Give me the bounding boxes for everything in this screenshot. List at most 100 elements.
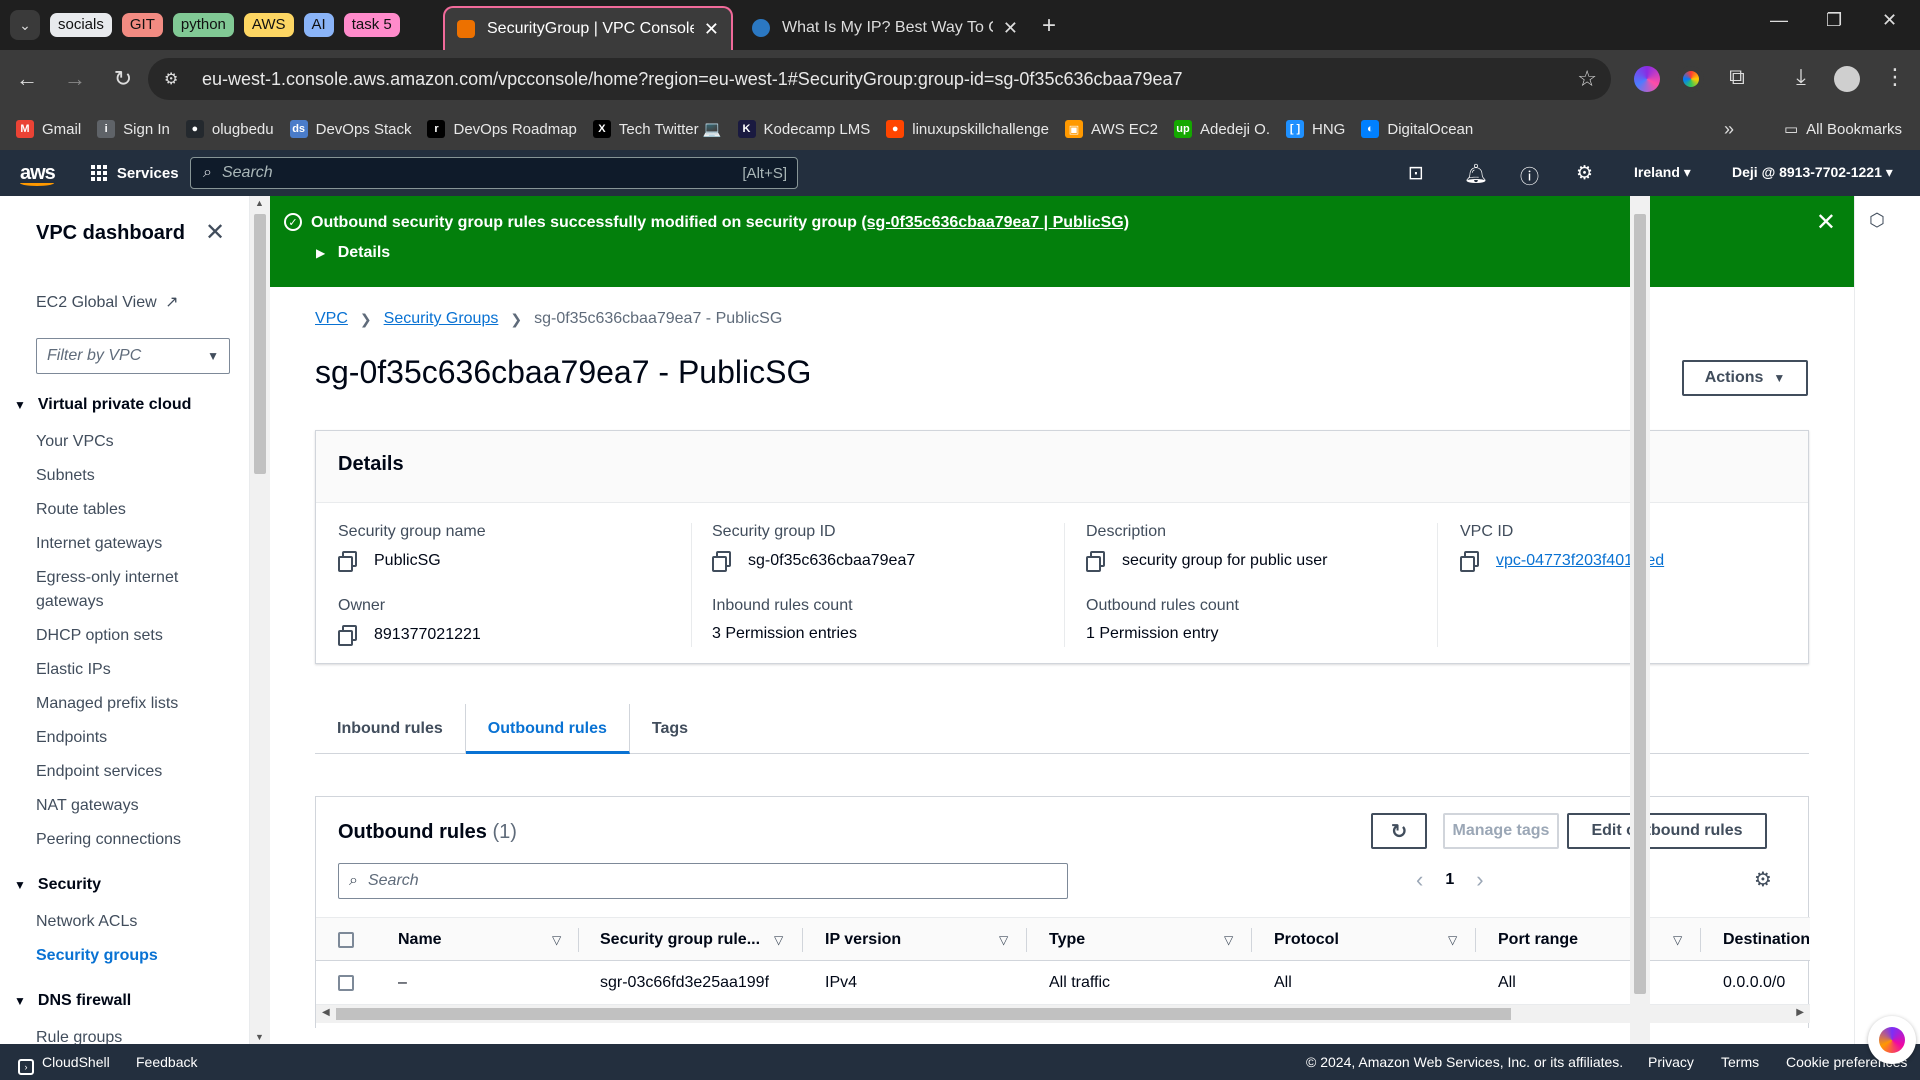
- sidebar-item[interactable]: Internet gateways: [36, 532, 236, 556]
- column-divider[interactable]: [1700, 928, 1701, 952]
- cloudshell-button[interactable]: › CloudShell: [18, 1054, 110, 1075]
- copy-icon[interactable]: [1460, 551, 1482, 572]
- tab-group-chip[interactable]: GIT: [121, 13, 163, 37]
- actions-button[interactable]: Actions ▼: [1682, 360, 1808, 396]
- scroll-left-icon[interactable]: ◀: [322, 1007, 330, 1018]
- row-checkbox[interactable]: [338, 961, 354, 1005]
- current-page[interactable]: 1: [1445, 871, 1454, 889]
- copy-icon[interactable]: [712, 551, 734, 572]
- sort-caret-icon[interactable]: ▽: [999, 933, 1008, 947]
- download-icon[interactable]: ⤓: [1780, 64, 1822, 90]
- forward-icon[interactable]: →: [54, 66, 96, 92]
- col-ip-version[interactable]: IP version: [825, 918, 975, 962]
- sort-caret-icon[interactable]: ▽: [1673, 933, 1682, 947]
- ai-assistant-bubble[interactable]: [1868, 1016, 1916, 1064]
- feedback-link[interactable]: Feedback: [136, 1054, 197, 1070]
- refresh-button[interactable]: ↻: [1371, 813, 1427, 849]
- sidebar-scroll-thumb[interactable]: [254, 214, 266, 474]
- bookmark-star-icon[interactable]: ☆: [1577, 66, 1597, 92]
- rules-search-input[interactable]: ⌕ Search: [338, 863, 1068, 899]
- tab-group-chip[interactable]: AWS: [243, 13, 294, 37]
- bookmark-item[interactable]: M Gmail: [16, 120, 81, 138]
- column-divider[interactable]: [1251, 928, 1252, 952]
- close-tab-icon[interactable]: ✕: [1003, 18, 1018, 39]
- sidebar-item[interactable]: Network ACLs: [36, 910, 236, 934]
- help-icon[interactable]: ⓘ: [1520, 162, 1539, 189]
- col-protocol[interactable]: Protocol: [1274, 918, 1424, 962]
- more-bookmarks-icon[interactable]: »: [1724, 119, 1734, 140]
- sidebar-title[interactable]: VPC dashboard: [36, 222, 185, 245]
- edit-outbound-rules-button[interactable]: Edit outbound rules: [1567, 813, 1767, 849]
- col-port-range[interactable]: Port range: [1498, 918, 1648, 962]
- tab-tags[interactable]: Tags: [630, 704, 710, 754]
- tab-security-group[interactable]: SecurityGroup | VPC Console ✕: [443, 6, 733, 50]
- sort-caret-icon[interactable]: ▽: [1224, 933, 1233, 947]
- restore-icon[interactable]: ❐: [1826, 10, 1842, 31]
- breadcrumb-vpc[interactable]: VPC: [315, 310, 348, 328]
- scroll-right-icon[interactable]: ▶: [1796, 1007, 1804, 1018]
- flash-details-toggle[interactable]: ▶ Details: [316, 244, 390, 262]
- sidebar-item[interactable]: Managed prefix lists: [36, 692, 236, 716]
- sidebar-item[interactable]: Subnets: [36, 464, 236, 488]
- col-destination[interactable]: Destination: [1723, 918, 1809, 962]
- column-divider[interactable]: [578, 928, 579, 952]
- close-sidebar-icon[interactable]: ✕: [205, 218, 225, 247]
- bookmark-item[interactable]: ▣ AWS EC2: [1065, 120, 1158, 138]
- horizontal-scroll-thumb[interactable]: [336, 1008, 1511, 1020]
- sidebar-item[interactable]: NAT gateways: [36, 794, 236, 818]
- tab-group-chip[interactable]: task 5: [343, 13, 400, 37]
- tab-what-is-my-ip[interactable]: What Is My IP? Best Way To Check ✕: [740, 6, 1030, 50]
- close-window-icon[interactable]: ✕: [1882, 10, 1897, 31]
- sort-caret-icon[interactable]: ▽: [1448, 933, 1457, 947]
- dismiss-flash-icon[interactable]: ✕: [1816, 208, 1836, 237]
- settings-gear-icon[interactable]: ⚙: [1576, 162, 1593, 185]
- sidebar-item[interactable]: Peering connections: [36, 828, 236, 852]
- cloudshell-icon[interactable]: ⊡: [1408, 162, 1424, 185]
- extensions-puzzle-icon[interactable]: ⧉: [1716, 64, 1758, 90]
- sidebar-item[interactable]: Your VPCs: [36, 430, 236, 454]
- breadcrumb-security-groups[interactable]: Security Groups: [384, 310, 499, 328]
- tab-group-chip[interactable]: socials: [50, 13, 112, 37]
- col-type[interactable]: Type: [1049, 918, 1199, 962]
- bookmark-item[interactable]: ● olugbedu: [185, 120, 274, 138]
- tab-group-chip[interactable]: python: [172, 13, 234, 37]
- main-scroll-thumb[interactable]: [1634, 214, 1646, 994]
- privacy-link[interactable]: Privacy: [1648, 1054, 1694, 1070]
- copy-icon[interactable]: [338, 551, 360, 572]
- copy-icon[interactable]: [1086, 551, 1108, 572]
- services-menu[interactable]: Services: [90, 165, 179, 182]
- main-scrollbar[interactable]: [1630, 196, 1650, 1044]
- sidebar-section-header[interactable]: ▼ Security: [14, 876, 101, 894]
- bookmark-item[interactable]: up Adedeji O.: [1173, 120, 1270, 138]
- aws-search-input[interactable]: ⌕ Search [Alt+S]: [190, 157, 798, 189]
- table-horizontal-scrollbar[interactable]: ◀ ▶: [316, 1005, 1810, 1023]
- new-tab-button[interactable]: +: [1042, 12, 1056, 40]
- url-input[interactable]: ⚙ eu-west-1.console.aws.amazon.com/vpcco…: [148, 58, 1611, 100]
- extension-color-icon[interactable]: [1678, 66, 1704, 92]
- sidebar-item[interactable]: Egress-only internet gateways: [36, 566, 236, 614]
- bookmark-item[interactable]: r DevOps Roadmap: [427, 120, 577, 138]
- sidebar-item[interactable]: Elastic IPs: [36, 658, 236, 682]
- bookmark-item[interactable]: i Sign In: [97, 120, 170, 138]
- site-settings-icon[interactable]: ⚙: [164, 69, 188, 89]
- help-panel-icon[interactable]: ⬡: [1869, 210, 1885, 231]
- column-divider[interactable]: [1475, 928, 1476, 952]
- table-row[interactable]: – sgr-03c66fd3e25aa199f IPv4 All traffic…: [316, 961, 1810, 1005]
- sidebar-item[interactable]: DHCP option sets: [36, 624, 236, 648]
- select-all-checkbox[interactable]: [338, 918, 354, 962]
- tab-search-button[interactable]: ⌄: [10, 10, 40, 40]
- profile-avatar[interactable]: [1834, 66, 1860, 92]
- sidebar-scrollbar[interactable]: ▲ ▼: [250, 196, 270, 1044]
- browser-menu-icon[interactable]: ⋮: [1874, 64, 1916, 90]
- sort-caret-icon[interactable]: ▽: [774, 933, 783, 947]
- col-name[interactable]: Name: [398, 918, 538, 962]
- account-menu[interactable]: Deji @ 8913-7702-1221 ▾: [1732, 164, 1893, 181]
- table-preferences-gear-icon[interactable]: ⚙: [1754, 867, 1772, 892]
- bookmark-item[interactable]: [ ] HNG: [1286, 120, 1345, 138]
- reload-icon[interactable]: ↻: [102, 66, 144, 92]
- prev-page-icon[interactable]: ‹: [1416, 867, 1423, 893]
- column-divider[interactable]: [1026, 928, 1027, 952]
- back-icon[interactable]: ←: [6, 66, 48, 92]
- sidebar-item[interactable]: Security groups: [36, 944, 236, 968]
- sidebar-item[interactable]: Rule groups: [36, 1026, 236, 1044]
